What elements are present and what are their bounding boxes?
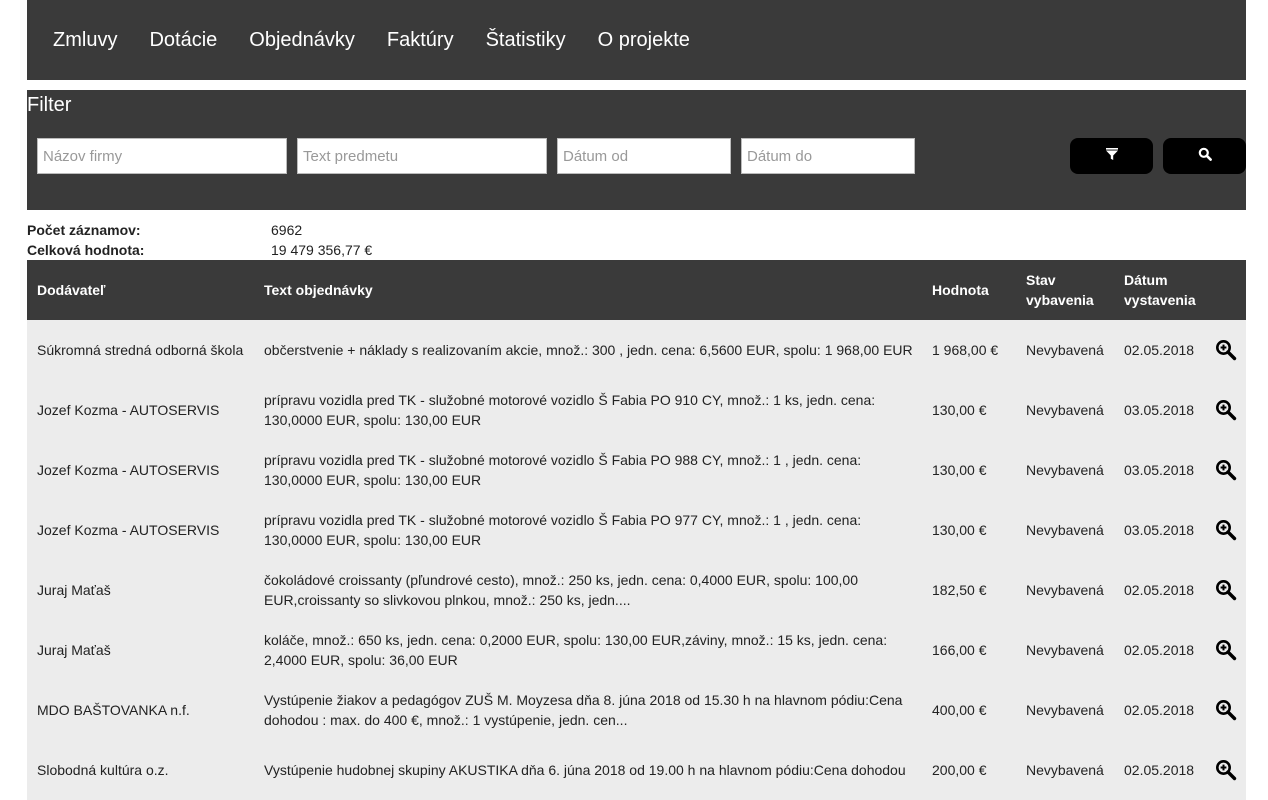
cell-state: Nevybavená <box>1026 702 1104 718</box>
orders-table-header: Dodávateľ Text objednávky Hodnota Stav vy… <box>27 260 1246 320</box>
header-state-label: Stav vybavenia <box>1026 272 1094 308</box>
record-count-label: Počet záznamov: <box>27 222 141 238</box>
cell-value: 182,50 € <box>932 582 987 598</box>
cell-order-text: občerstvenie + náklady s realizovaním ak… <box>264 342 913 358</box>
zoom-in-icon[interactable] <box>1213 680 1239 740</box>
cell-state: Nevybavená <box>1026 522 1104 538</box>
nav-item-dotacie[interactable]: Dotácie <box>149 29 217 52</box>
header-value[interactable]: Hodnota <box>932 260 1022 320</box>
header-order-text[interactable]: Text objednávky <box>264 260 914 320</box>
zoom-in-icon[interactable] <box>1213 380 1239 440</box>
table-row: Juraj Maťaš koláče, množ.: 650 ks, jedn.… <box>27 620 1246 680</box>
cell-supplier: MDO BAŠTOVANKA n.f. <box>37 702 190 718</box>
search-button[interactable] <box>1163 138 1246 174</box>
cell-state: Nevybavená <box>1026 582 1104 598</box>
date-from-input[interactable] <box>557 138 731 174</box>
cell-supplier: Juraj Maťaš <box>37 582 111 598</box>
results-summary: Počet záznamov: 6962 Celková hodnota: 19… <box>27 220 1246 260</box>
zoom-in-icon[interactable] <box>1213 500 1239 560</box>
total-value-label: Celková hodnota: <box>27 242 145 258</box>
cell-order-text: koláče, množ.: 650 ks, jedn. cena: 0,200… <box>264 632 888 668</box>
cell-state: Nevybavená <box>1026 342 1104 358</box>
cell-order-text: Vystúpenie hudobnej skupiny AKUSTIKA dňa… <box>264 762 906 778</box>
cell-order-text: prípravu vozidla pred TK - služobné moto… <box>264 452 862 488</box>
table-row: Jozef Kozma - AUTOSERVIS prípravu vozidl… <box>27 440 1246 500</box>
date-to-input[interactable] <box>741 138 915 174</box>
nav-item-o-projekte[interactable]: O projekte <box>598 29 690 52</box>
filter-title: Filter <box>27 94 72 116</box>
record-count-value: 6962 <box>271 222 303 238</box>
cell-supplier: Jozef Kozma - AUTOSERVIS <box>37 522 220 538</box>
cell-date: 02.05.2018 <box>1124 342 1195 358</box>
cell-order-text: Vystúpenie žiakov a pedagógov ZUŠ M. Moy… <box>264 692 903 728</box>
filter-panel: Filter <box>27 90 1246 210</box>
cell-supplier: Jozef Kozma - AUTOSERVIS <box>37 462 220 478</box>
cell-order-text: prípravu vozidla pred TK - služobné moto… <box>264 512 862 548</box>
cell-state: Nevybavená <box>1026 402 1104 418</box>
cell-state: Nevybavená <box>1026 762 1104 778</box>
cell-supplier: Jozef Kozma - AUTOSERVIS <box>37 402 220 418</box>
cell-order-text: prípravu vozidla pred TK - služobné moto… <box>264 392 876 428</box>
top-navbar: Zmluvy Dotácie Objednávky Faktúry Štatis… <box>27 0 1246 80</box>
company-name-input[interactable] <box>37 138 287 174</box>
cell-date: 03.05.2018 <box>1124 522 1195 538</box>
nav-item-objednavky[interactable]: Objednávky <box>249 29 355 52</box>
zoom-in-icon[interactable] <box>1213 320 1239 380</box>
cell-order-text: čokoládové croissanty (pľundrové cesto),… <box>264 572 858 608</box>
table-row: Jozef Kozma - AUTOSERVIS prípravu vozidl… <box>27 500 1246 560</box>
cell-date: 02.05.2018 <box>1124 582 1195 598</box>
filter-button[interactable] <box>1070 138 1153 174</box>
cell-value: 400,00 € <box>932 702 987 718</box>
table-row: Slobodná kultúra o.z. Vystúpenie hudobne… <box>27 740 1246 800</box>
search-icon <box>1198 147 1212 166</box>
cell-value: 130,00 € <box>932 402 987 418</box>
zoom-in-icon[interactable] <box>1213 740 1239 800</box>
table-row: MDO BAŠTOVANKA n.f. Vystúpenie žiakov a … <box>27 680 1246 740</box>
cell-value: 200,00 € <box>932 762 987 778</box>
cell-value: 130,00 € <box>932 462 987 478</box>
cell-supplier: Súkromná stredná odborná škola <box>37 342 244 358</box>
cell-value: 1 968,00 € <box>932 342 999 358</box>
header-date[interactable]: Dátum vystavenia <box>1124 260 1214 320</box>
cell-date: 02.05.2018 <box>1124 762 1195 778</box>
header-supplier[interactable]: Dodávateľ <box>37 260 257 320</box>
zoom-in-icon[interactable] <box>1213 440 1239 500</box>
nav-item-statistiky[interactable]: Štatistiky <box>486 29 566 52</box>
cell-date: 02.05.2018 <box>1124 702 1195 718</box>
zoom-in-icon[interactable] <box>1213 560 1239 620</box>
cell-state: Nevybavená <box>1026 642 1104 658</box>
filter-icon <box>1105 147 1119 166</box>
subject-text-input[interactable] <box>297 138 547 174</box>
cell-value: 166,00 € <box>932 642 987 658</box>
cell-state: Nevybavená <box>1026 462 1104 478</box>
cell-date: 03.05.2018 <box>1124 462 1195 478</box>
header-state[interactable]: Stav vybavenia <box>1026 260 1121 320</box>
zoom-in-icon[interactable] <box>1213 620 1239 680</box>
nav-item-faktury[interactable]: Faktúry <box>387 29 454 52</box>
cell-date: 02.05.2018 <box>1124 642 1195 658</box>
total-value-amount: 19 479 356,77 € <box>271 242 373 258</box>
orders-table-body: Súkromná stredná odborná škola občerstve… <box>27 320 1246 800</box>
cell-date: 03.05.2018 <box>1124 402 1195 418</box>
cell-supplier: Slobodná kultúra o.z. <box>37 762 169 778</box>
table-row: Súkromná stredná odborná škola občerstve… <box>27 320 1246 380</box>
table-row: Jozef Kozma - AUTOSERVIS prípravu vozidl… <box>27 380 1246 440</box>
cell-supplier: Juraj Maťaš <box>37 642 111 658</box>
nav-item-zmluvy[interactable]: Zmluvy <box>53 29 117 52</box>
table-row: Juraj Maťaš čokoládové croissanty (pľund… <box>27 560 1246 620</box>
cell-value: 130,00 € <box>932 522 987 538</box>
header-date-label: Dátum vystavenia <box>1124 272 1196 308</box>
